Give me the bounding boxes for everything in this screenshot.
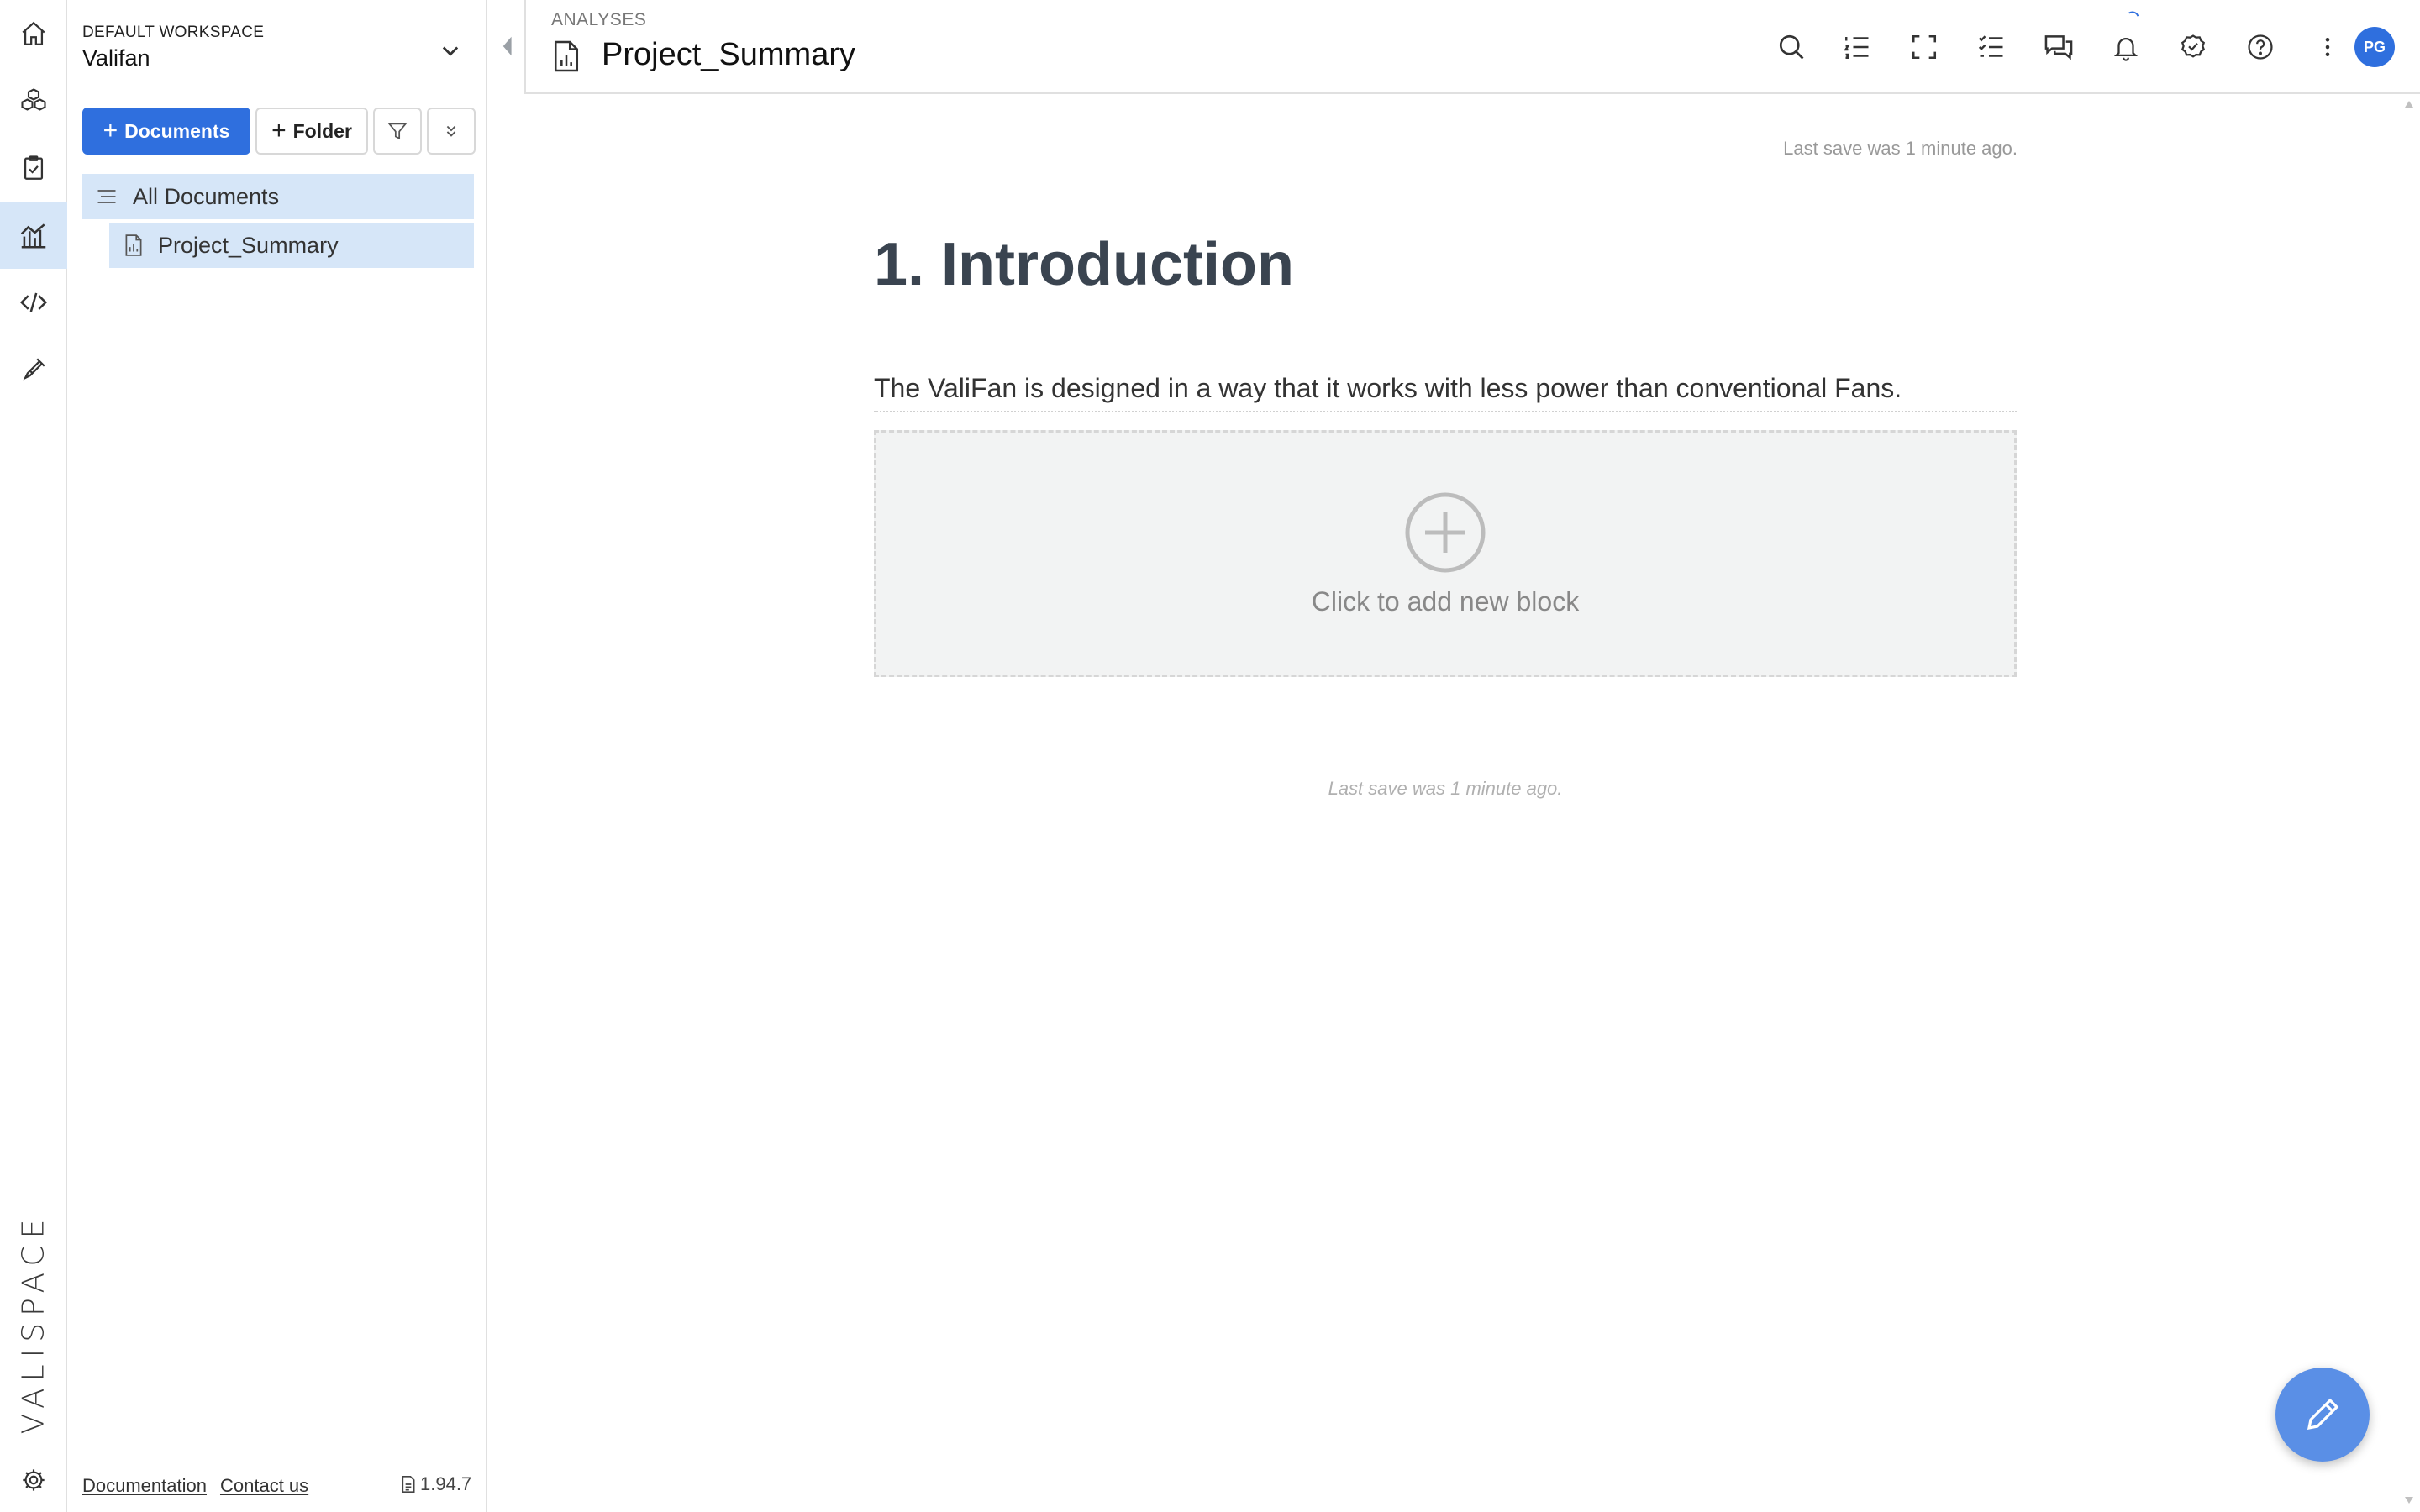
- icon-rail: VALISPACE: [0, 0, 67, 1512]
- page-title: Project_Summary: [602, 37, 855, 72]
- scroll-up-arrow[interactable]: [2403, 99, 2417, 113]
- home-icon: [19, 19, 48, 48]
- navigator-toolbar: + Documents + Folder: [82, 108, 476, 155]
- plus-circle-icon: [1403, 491, 1487, 575]
- version-number: 1.94.7: [420, 1473, 472, 1494]
- plus-icon: +: [271, 117, 287, 144]
- collapse-navigator-button[interactable]: [491, 30, 523, 62]
- notifications-icon: [2112, 33, 2140, 61]
- rail-settings[interactable]: [0, 1446, 67, 1512]
- edit-document-button[interactable]: [2275, 1368, 2370, 1462]
- document-editor: Last save was 1 minute ago. 1. Introduct…: [526, 96, 2420, 1512]
- last-save-status: Last save was 1 minute ago.: [1783, 138, 2018, 159]
- add-folder-label: Folder: [292, 119, 352, 142]
- caret-left-icon: [500, 34, 513, 58]
- outline-icon: [1842, 32, 1872, 62]
- comments-icon: [2043, 31, 2075, 63]
- comments-button[interactable]: [2040, 29, 2077, 66]
- pencil-icon: [2302, 1394, 2343, 1435]
- requirements-icon: [19, 154, 48, 182]
- plus-icon: +: [103, 117, 118, 144]
- checklist-button[interactable]: [1973, 29, 2010, 66]
- document-heading[interactable]: 1. Introduction: [874, 230, 1294, 299]
- review-button[interactable]: [2175, 29, 2212, 66]
- outline-button[interactable]: [1839, 29, 1876, 66]
- tree-item-label: All Documents: [133, 183, 280, 209]
- expand-all-button[interactable]: [427, 108, 476, 155]
- add-block-button[interactable]: Click to add new block: [874, 430, 2017, 677]
- rail-components[interactable]: [0, 67, 67, 134]
- file-icon: [400, 1475, 417, 1494]
- workspace-label: DEFAULT WORKSPACE: [82, 24, 265, 41]
- help-icon: [2246, 33, 2275, 61]
- breadcrumb[interactable]: ANALYSES: [551, 10, 646, 30]
- add-folder-button[interactable]: + Folder: [255, 108, 368, 155]
- workspace-selector[interactable]: [434, 34, 467, 67]
- notifications-button[interactable]: [2107, 29, 2144, 66]
- search-icon: [1776, 32, 1807, 62]
- rail-analyses[interactable]: [0, 202, 67, 269]
- tests-icon: [19, 355, 48, 384]
- more-button[interactable]: [2309, 29, 2346, 66]
- tree-item-project-summary[interactable]: Project_Summary: [109, 223, 474, 268]
- tree-item-label: Project_Summary: [158, 232, 339, 258]
- add-documents-button[interactable]: + Documents: [82, 108, 250, 155]
- more-icon: [2315, 34, 2340, 60]
- double-chevron-down-icon: [442, 122, 460, 140]
- document-header: ANALYSES Project_Summary PG: [524, 0, 2420, 94]
- last-save-status-footer: Last save was 1 minute ago.: [1328, 778, 1563, 799]
- document-chart-icon: [550, 37, 583, 76]
- add-documents-label: Documents: [124, 119, 230, 142]
- rail-requirements[interactable]: [0, 134, 67, 202]
- loading-spinner-icon: [2126, 10, 2141, 25]
- rail-home[interactable]: [0, 0, 67, 67]
- documentation-link[interactable]: Documentation: [82, 1475, 207, 1497]
- help-button[interactable]: [2242, 29, 2279, 66]
- scroll-down-arrow[interactable]: [2403, 1495, 2417, 1509]
- tree-item-all-documents[interactable]: All Documents: [82, 174, 474, 219]
- review-icon: [2179, 33, 2207, 61]
- rail-tests[interactable]: [0, 336, 67, 403]
- navigator-panel: DEFAULT WORKSPACE Valifan + Documents + …: [67, 0, 487, 1512]
- fullscreen-icon: [1910, 33, 1939, 61]
- analyses-icon: [18, 219, 50, 251]
- fullscreen-button[interactable]: [1906, 29, 1943, 66]
- filter-icon: [387, 120, 408, 142]
- checklist-icon: [1976, 32, 2007, 62]
- filter-button[interactable]: [373, 108, 422, 155]
- add-block-label: Click to add new block: [1311, 585, 1580, 617]
- list-icon: [94, 184, 119, 209]
- contact-us-link[interactable]: Contact us: [220, 1475, 308, 1497]
- chevron-down-icon: [439, 39, 462, 62]
- document-paragraph[interactable]: The ValiFan is designed in a way that it…: [874, 373, 2017, 412]
- user-avatar[interactable]: PG: [2354, 27, 2395, 67]
- rail-scripting[interactable]: [0, 269, 67, 336]
- settings-icon: [20, 1467, 47, 1494]
- components-icon: [18, 86, 49, 116]
- valispace-logo: VALISPACE: [16, 1212, 51, 1434]
- footer-links: Documentation Contact us: [82, 1475, 308, 1497]
- version-info: 1.94.7: [400, 1473, 471, 1495]
- scripting-icon: [18, 286, 50, 318]
- workspace-name: Valifan: [82, 45, 150, 71]
- search-button[interactable]: [1773, 29, 1810, 66]
- document-chart-icon: [121, 233, 146, 258]
